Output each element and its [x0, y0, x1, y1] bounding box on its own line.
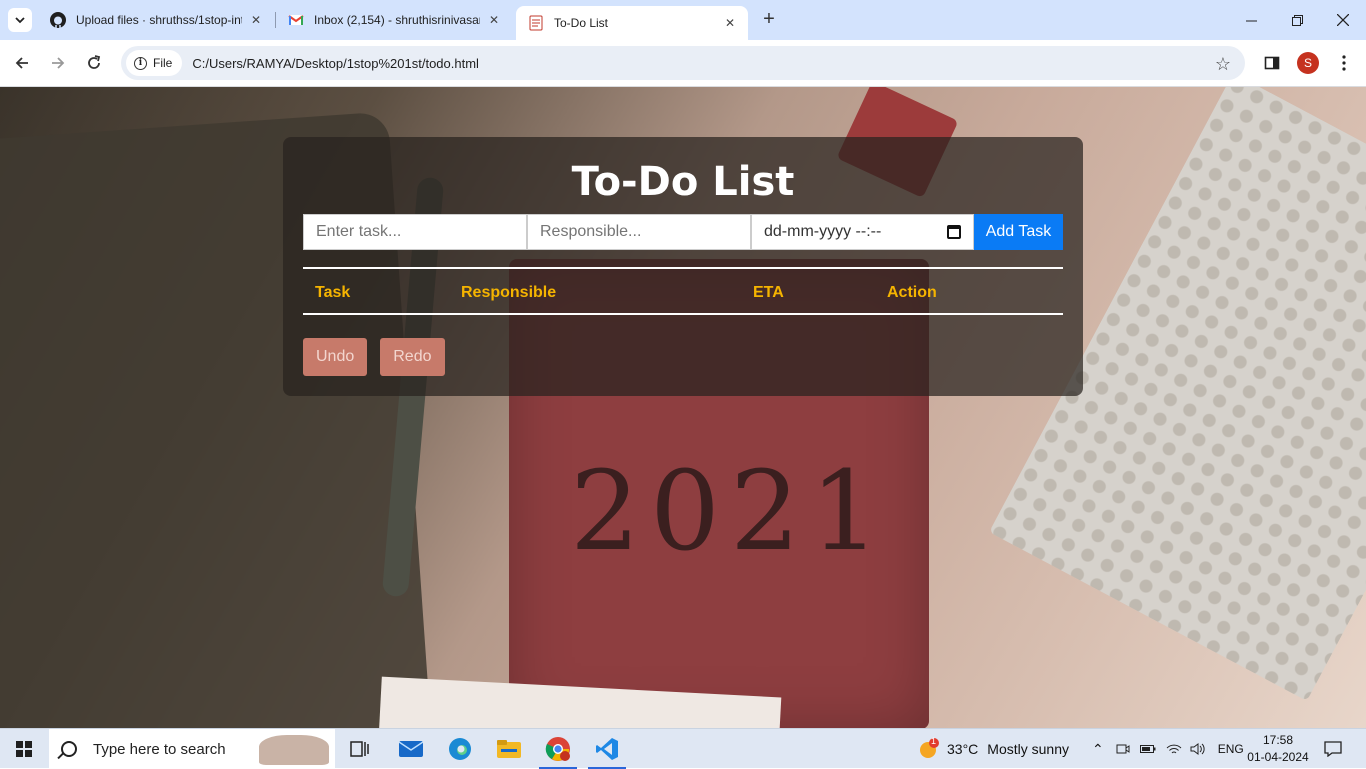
search-highlight-image [259, 735, 329, 765]
page-title: To-Do List [571, 159, 795, 205]
eta-datetime-input[interactable]: dd-mm-yyyy --:-- [751, 214, 974, 250]
volume-icon[interactable] [1190, 742, 1206, 756]
tab-title: Upload files · shruthss/1stop-int [76, 13, 242, 27]
restore-icon [1291, 14, 1303, 26]
restore-button[interactable] [1274, 0, 1320, 40]
column-header-task: Task [315, 284, 351, 301]
mail-icon [399, 741, 423, 757]
back-arrow-icon [15, 57, 28, 69]
mail-app-button[interactable] [396, 735, 426, 763]
task-input[interactable] [303, 214, 527, 250]
page-viewport: 2021 To-Do List dd-mm-yyyy --:-- Add Tas… [0, 87, 1366, 728]
search-icon [61, 741, 77, 757]
edge-icon [449, 738, 471, 760]
redo-button[interactable]: Redo [380, 338, 445, 376]
tab-gmail[interactable]: Inbox (2,154) - shruthisrinivasan ✕ [276, 0, 512, 40]
reload-button[interactable] [80, 49, 108, 77]
tab-github[interactable]: Upload files · shruthss/1stop-int ✕ [38, 0, 274, 40]
language-indicator[interactable]: ENG [1218, 742, 1244, 756]
gmail-icon [288, 15, 304, 25]
chrome-icon [545, 737, 570, 761]
weather-badge: 1 [931, 736, 937, 746]
task-input-row: dd-mm-yyyy --:-- Add Task [303, 214, 1063, 250]
battery-icon[interactable] [1139, 744, 1156, 754]
notifications-button[interactable] [1324, 729, 1342, 769]
clock-time: 17:58 [1262, 733, 1294, 747]
back-button[interactable] [8, 49, 36, 77]
forward-button[interactable] [44, 49, 72, 77]
site-info-label: File [153, 56, 173, 70]
tab-title: Inbox (2,154) - shruthisrinivasan [314, 13, 480, 27]
minimize-button[interactable] [1228, 0, 1274, 40]
task-view-icon [350, 741, 369, 757]
more-vert-icon [1342, 55, 1346, 71]
close-icon [1337, 14, 1349, 26]
edge-button[interactable] [445, 735, 475, 763]
tab-search-button[interactable] [8, 8, 32, 32]
weather-description: Mostly sunny [987, 741, 1069, 757]
bookmark-star-icon[interactable]: ☆ [1215, 54, 1231, 75]
responsible-input[interactable] [527, 214, 751, 250]
undo-button[interactable]: Undo [303, 338, 368, 376]
tab-todo[interactable]: To-Do List ✕ [516, 6, 748, 40]
taskbar-search[interactable]: Type here to search [49, 729, 335, 769]
menu-button[interactable] [1330, 49, 1358, 77]
meet-now-icon[interactable] [1116, 742, 1130, 756]
todo-container: To-Do List dd-mm-yyyy --:-- Add Task Tas… [283, 137, 1083, 396]
info-icon: i [134, 56, 147, 70]
side-panel-button[interactable] [1258, 49, 1286, 77]
chrome-button[interactable] [539, 735, 577, 769]
column-header-responsible: Responsible [461, 284, 557, 301]
column-header-eta: ETA [753, 284, 784, 301]
weather-temperature: 33°C [947, 741, 979, 757]
notification-icon [1324, 741, 1342, 757]
vscode-icon [596, 738, 618, 760]
clock-date: 01-04-2024 [1247, 750, 1309, 764]
task-table-header: Task Responsible ETA Action [303, 267, 1063, 315]
side-panel-icon [1264, 56, 1280, 70]
file-explorer-button[interactable] [494, 735, 524, 763]
add-task-button[interactable]: Add Task [974, 214, 1063, 250]
tab-strip: Upload files · shruthss/1stop-int ✕ Inbo… [0, 0, 1366, 40]
system-clock[interactable]: 17:58 01-04-2024 [1247, 732, 1309, 766]
chevron-up-icon[interactable]: ⌃ [1092, 741, 1104, 758]
background-year-text: 2021 [570, 447, 890, 575]
windows-start-icon[interactable] [16, 741, 32, 757]
tab-title: To-Do List [554, 16, 609, 30]
task-view-button[interactable] [345, 735, 375, 763]
chevron-down-icon [15, 17, 25, 24]
column-header-action: Action [887, 284, 937, 301]
url-text[interactable]: C:/Users/RAMYA/Desktop/1stop%201st/todo.… [192, 56, 479, 71]
profile-avatar[interactable]: S [1297, 52, 1319, 74]
eta-placeholder: dd-mm-yyyy --:-- [764, 223, 882, 240]
windows-taskbar: Type here to search 1 33°C Mostly sunny … [0, 728, 1366, 769]
github-icon [50, 12, 66, 28]
close-icon[interactable]: ✕ [248, 13, 264, 27]
close-window-button[interactable] [1320, 0, 1366, 40]
weather-widget[interactable]: 1 33°C Mostly sunny [917, 729, 1069, 769]
calendar-icon[interactable] [947, 225, 961, 239]
system-tray-icons: ⌃ ENG [1092, 729, 1244, 769]
folder-icon [497, 740, 521, 758]
minimize-icon [1245, 20, 1257, 21]
page-icon [529, 15, 543, 31]
reload-icon [88, 55, 101, 69]
close-icon[interactable]: ✕ [486, 13, 502, 27]
wifi-icon[interactable] [1166, 742, 1182, 756]
history-buttons: Undo Redo [303, 338, 445, 376]
browser-toolbar: i File C:/Users/RAMYA/Desktop/1stop%201s… [0, 40, 1366, 87]
address-bar[interactable]: i File C:/Users/RAMYA/Desktop/1stop%201s… [121, 46, 1245, 80]
close-icon[interactable]: ✕ [722, 16, 738, 30]
new-tab-button[interactable]: + [758, 8, 780, 30]
forward-arrow-icon [52, 57, 65, 69]
search-placeholder: Type here to search [93, 740, 226, 758]
vscode-button[interactable] [588, 735, 626, 769]
site-info-chip[interactable]: i File [126, 50, 183, 76]
